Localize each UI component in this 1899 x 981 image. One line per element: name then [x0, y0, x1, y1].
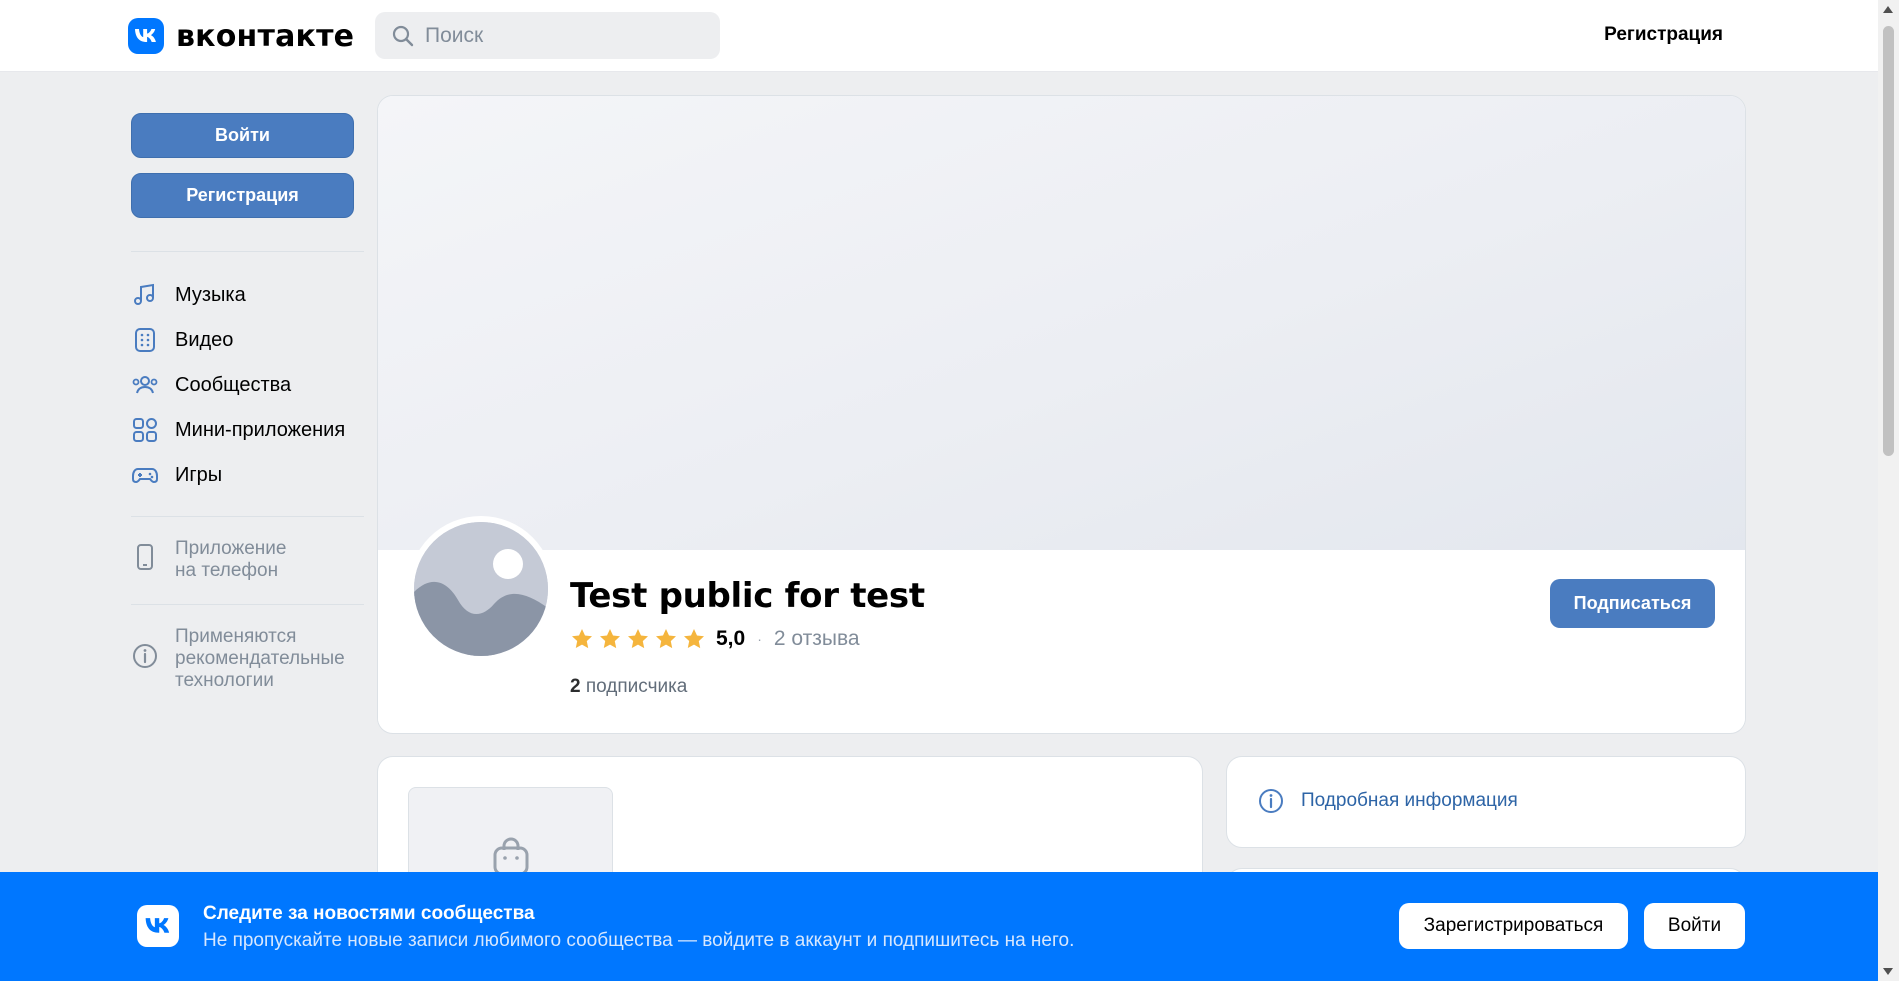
scroll-down-arrow-icon[interactable] — [1883, 968, 1893, 975]
info-card: Подробная информация — [1226, 756, 1746, 848]
follow-banner: Следите за новостями сообщества Не пропу… — [0, 872, 1878, 981]
subscribers-count[interactable]: 2 подписчика — [570, 676, 687, 698]
banner-text: Не пропускайте новые записи любимого соо… — [203, 930, 1075, 951]
sidebar-phone-app[interactable]: Приложение на телефон — [131, 538, 286, 582]
sidebar-recommendations[interactable]: Применяются рекомендательные технологии — [131, 626, 345, 692]
sidebar-item-music[interactable]: Музыка — [131, 281, 246, 309]
search-icon — [392, 25, 414, 46]
star-icon — [684, 629, 704, 649]
page-scrollbar[interactable] — [1878, 0, 1899, 981]
vk-logo-icon — [128, 18, 164, 54]
group-title: Test public for test — [570, 576, 925, 616]
star-icon — [628, 629, 648, 649]
info-icon — [131, 642, 159, 676]
mini-apps-icon — [131, 416, 159, 444]
group-avatar[interactable] — [408, 516, 554, 662]
communities-icon — [131, 371, 159, 399]
sidebar-item-mini-apps[interactable]: Мини-приложения — [131, 416, 345, 444]
phone-app-label: Приложение на телефон — [175, 538, 287, 581]
group-rating[interactable]: 5,0 · 2 отзыва — [570, 627, 860, 651]
sidebar-item-label: Игры — [175, 463, 223, 486]
header-register-link[interactable]: Регистрация — [1604, 24, 1723, 46]
top-header: вконтакте Поиск Регистрация — [0, 0, 1878, 72]
sidebar-divider — [131, 251, 364, 252]
vk-logo[interactable]: вконтакте — [128, 18, 354, 54]
group-header-card: Test public for test 5,0 · 2 отзыва 2 по… — [377, 95, 1746, 734]
login-button[interactable]: Войти — [131, 113, 354, 158]
scrollbar-thumb[interactable] — [1883, 26, 1894, 456]
sidebar-divider — [131, 516, 364, 517]
logo-text: вконтакте — [176, 18, 355, 54]
details-link-label: Подробная информация — [1301, 790, 1518, 811]
sidebar-item-label: Видео — [175, 328, 234, 351]
rating-separator: · — [757, 631, 762, 647]
subscribe-button[interactable]: Подписаться — [1550, 579, 1715, 628]
search-placeholder: Поиск — [425, 23, 484, 47]
details-link[interactable]: Подробная информация — [1257, 787, 1518, 815]
avatar-placeholder-icon — [414, 522, 548, 656]
vk-logo-icon — [137, 905, 179, 947]
star-icon — [656, 629, 676, 649]
banner-title: Следите за новостями сообщества — [203, 903, 535, 924]
banner-register-button[interactable]: Зарегистрироваться — [1399, 903, 1628, 949]
register-button[interactable]: Регистрация — [131, 173, 354, 218]
rating-score: 5,0 — [716, 627, 746, 650]
sidebar-item-label: Музыка — [175, 283, 246, 306]
group-cover — [378, 96, 1745, 550]
sidebar-item-communities[interactable]: Сообщества — [131, 371, 291, 399]
info-icon — [1259, 789, 1283, 813]
video-icon — [131, 326, 159, 354]
music-icon — [131, 281, 159, 309]
search-input[interactable]: Поиск — [375, 12, 720, 59]
gamepad-icon — [131, 461, 159, 489]
reviews-link[interactable]: 2 отзыва — [774, 627, 860, 651]
banner-login-button[interactable]: Войти — [1644, 903, 1745, 949]
star-icon — [600, 629, 620, 649]
recommendations-label: Применяются рекомендательные технологии — [175, 626, 345, 691]
sidebar-item-label: Мини-приложения — [175, 418, 346, 441]
scroll-up-arrow-icon[interactable] — [1883, 6, 1893, 13]
sidebar-item-games[interactable]: Игры — [131, 461, 222, 489]
sidebar-item-video[interactable]: Видео — [131, 326, 233, 354]
sidebar-divider — [131, 604, 364, 605]
star-icon — [572, 629, 592, 649]
sidebar-item-label: Сообщества — [175, 373, 292, 396]
phone-icon — [131, 542, 159, 578]
